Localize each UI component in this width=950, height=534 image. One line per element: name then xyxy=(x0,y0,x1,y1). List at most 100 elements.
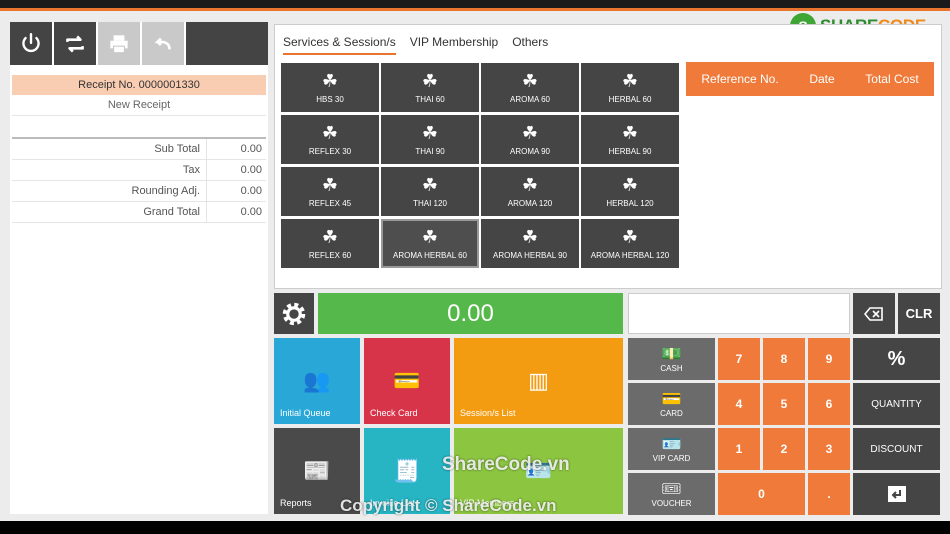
service-grid: ☘ HBS 30 ☘ THAI 60 ☘ AROMA 60 ☘ HERBAL 60 ☘ R… xyxy=(281,63,681,268)
key-0[interactable]: 0 xyxy=(718,473,805,515)
service-button[interactable]: ☘ HERBAL 60 xyxy=(581,63,679,112)
subtotal-label: Sub Total xyxy=(12,139,207,159)
service-label: AROMA 120 xyxy=(507,199,553,208)
print-icon xyxy=(110,34,128,53)
newspaper-icon: 📰 xyxy=(303,458,331,483)
service-button[interactable]: ☘ THAI 60 xyxy=(381,63,479,112)
service-button[interactable]: ☘ AROMA HERBAL 60 xyxy=(381,219,479,268)
card-label: CARD xyxy=(660,408,683,418)
col-date: Date xyxy=(809,72,835,86)
receipt-status: New Receipt xyxy=(12,95,266,116)
lotus-stone-icon: ☘ xyxy=(421,227,439,247)
rounding-value: 0.00 xyxy=(240,185,262,197)
service-button[interactable]: ☘ HERBAL 120 xyxy=(581,167,679,216)
vip-members-label: VIP Members xyxy=(460,498,515,508)
lotus-stone-icon: ☘ xyxy=(521,71,539,91)
reports-tile[interactable]: 📰 Reports xyxy=(274,428,360,514)
col-reference-no: Reference No. xyxy=(701,72,779,86)
voucher-button[interactable]: 🎟 VOUCHER xyxy=(628,473,715,515)
key-6[interactable]: 6 xyxy=(808,383,850,425)
top-bar xyxy=(0,0,950,11)
invoice-list-label: Invoice List xyxy=(370,498,416,508)
check-card-tile[interactable]: 💳 Check Card xyxy=(364,338,450,424)
totals-table: Sub Total 0.00 Tax 0.00 Rounding Adj. 0.00 … xyxy=(12,137,266,223)
discount-button[interactable]: DISCOUNT xyxy=(853,428,940,470)
service-button[interactable]: ☘ AROMA 120 xyxy=(481,167,579,216)
receipt-panel: Receipt No. 0000001330 New Receipt Sub T… xyxy=(10,22,268,514)
power-button[interactable] xyxy=(10,22,52,65)
service-button[interactable]: ☘ REFLEX 60 xyxy=(281,219,379,268)
key-2[interactable]: 2 xyxy=(763,428,805,470)
sessions-list-label: Session/s List xyxy=(460,408,516,418)
key-8[interactable]: 8 xyxy=(763,338,805,380)
service-label: HERBAL 90 xyxy=(608,147,652,156)
entry-field[interactable] xyxy=(628,293,850,334)
subtotal-value: 0.00 xyxy=(240,143,262,155)
service-button[interactable]: ☘ HBS 30 xyxy=(281,63,379,112)
quantity-button[interactable]: QUANTITY xyxy=(853,383,940,425)
key-9[interactable]: 9 xyxy=(808,338,850,380)
people-icon: 👥 xyxy=(303,368,331,393)
initial-queue-tile[interactable]: 👥 Initial Queue xyxy=(274,338,360,424)
service-button[interactable]: ☘ HERBAL 90 xyxy=(581,115,679,164)
power-icon xyxy=(22,32,40,52)
settings-button[interactable] xyxy=(274,293,314,334)
backspace-button[interactable] xyxy=(853,293,895,334)
key-dot[interactable]: . xyxy=(808,473,850,515)
print-button[interactable] xyxy=(98,22,140,65)
lotus-stone-icon: ☘ xyxy=(621,227,639,247)
vip-members-tile[interactable]: 🪪 VIP Members xyxy=(454,428,623,514)
lotus-stone-icon: ☘ xyxy=(621,71,639,91)
clear-button[interactable]: CLR xyxy=(898,293,940,334)
service-label: AROMA HERBAL 90 xyxy=(493,251,567,260)
service-button[interactable]: ☘ THAI 90 xyxy=(381,115,479,164)
service-button[interactable]: ☘ REFLEX 30 xyxy=(281,115,379,164)
card-button[interactable]: 💳 CARD xyxy=(628,383,715,425)
service-button[interactable]: ☘ AROMA 90 xyxy=(481,115,579,164)
undo-icon xyxy=(154,37,171,50)
service-label: AROMA HERBAL 60 xyxy=(393,251,467,260)
key-3[interactable]: 3 xyxy=(808,428,850,470)
grand-total-label: Grand Total xyxy=(12,202,207,222)
percent-button[interactable]: % xyxy=(853,338,940,380)
service-button[interactable]: ☘ REFLEX 45 xyxy=(281,167,379,216)
gear-icon xyxy=(282,302,306,325)
service-label: REFLEX 60 xyxy=(308,251,352,260)
service-label: THAI 60 xyxy=(415,95,445,104)
key-5[interactable]: 5 xyxy=(763,383,805,425)
lotus-stone-icon: ☘ xyxy=(321,71,339,91)
service-button[interactable]: ☘ AROMA HERBAL 120 xyxy=(581,219,679,268)
tab-bar: Services & Session/s VIP Membership Othe… xyxy=(283,35,562,55)
cash-icon: 💵 xyxy=(661,345,682,363)
enter-button[interactable] xyxy=(853,473,940,515)
cash-button[interactable]: 💵 CASH xyxy=(628,338,715,380)
rounding-label: Rounding Adj. xyxy=(12,181,207,201)
invoice-icon: 🧾 xyxy=(393,458,421,483)
sync-button[interactable] xyxy=(54,22,96,65)
bottom-bar xyxy=(0,521,950,534)
lotus-stone-icon: ☘ xyxy=(521,227,539,247)
tab-others[interactable]: Others xyxy=(512,35,548,55)
key-4[interactable]: 4 xyxy=(718,383,760,425)
undo-button[interactable] xyxy=(142,22,184,65)
service-button[interactable]: ☘ AROMA 60 xyxy=(481,63,579,112)
lotus-stone-icon: ☘ xyxy=(621,175,639,195)
key-7[interactable]: 7 xyxy=(718,338,760,380)
service-label: REFLEX 45 xyxy=(308,199,352,208)
tab-services[interactable]: Services & Session/s xyxy=(283,35,396,55)
initial-queue-label: Initial Queue xyxy=(280,408,331,418)
invoice-list-tile[interactable]: 🧾 Invoice List xyxy=(364,428,450,514)
lotus-stone-icon: ☘ xyxy=(521,123,539,143)
enter-icon xyxy=(887,486,906,502)
services-panel: Services & Session/s VIP Membership Othe… xyxy=(274,24,942,289)
vip-card-button[interactable]: 🪪 VIP CARD xyxy=(628,428,715,470)
voucher-icon: 🎟 xyxy=(661,480,682,498)
service-button[interactable]: ☘ THAI 120 xyxy=(381,167,479,216)
sessions-list-tile[interactable]: ▥ Session/s List xyxy=(454,338,623,424)
service-label: REFLEX 30 xyxy=(308,147,352,156)
key-1[interactable]: 1 xyxy=(718,428,760,470)
lotus-stone-icon: ☘ xyxy=(521,175,539,195)
lotus-stone-icon: ☘ xyxy=(321,123,339,143)
tab-vip-membership[interactable]: VIP Membership xyxy=(410,35,498,55)
service-button[interactable]: ☘ AROMA HERBAL 90 xyxy=(481,219,579,268)
